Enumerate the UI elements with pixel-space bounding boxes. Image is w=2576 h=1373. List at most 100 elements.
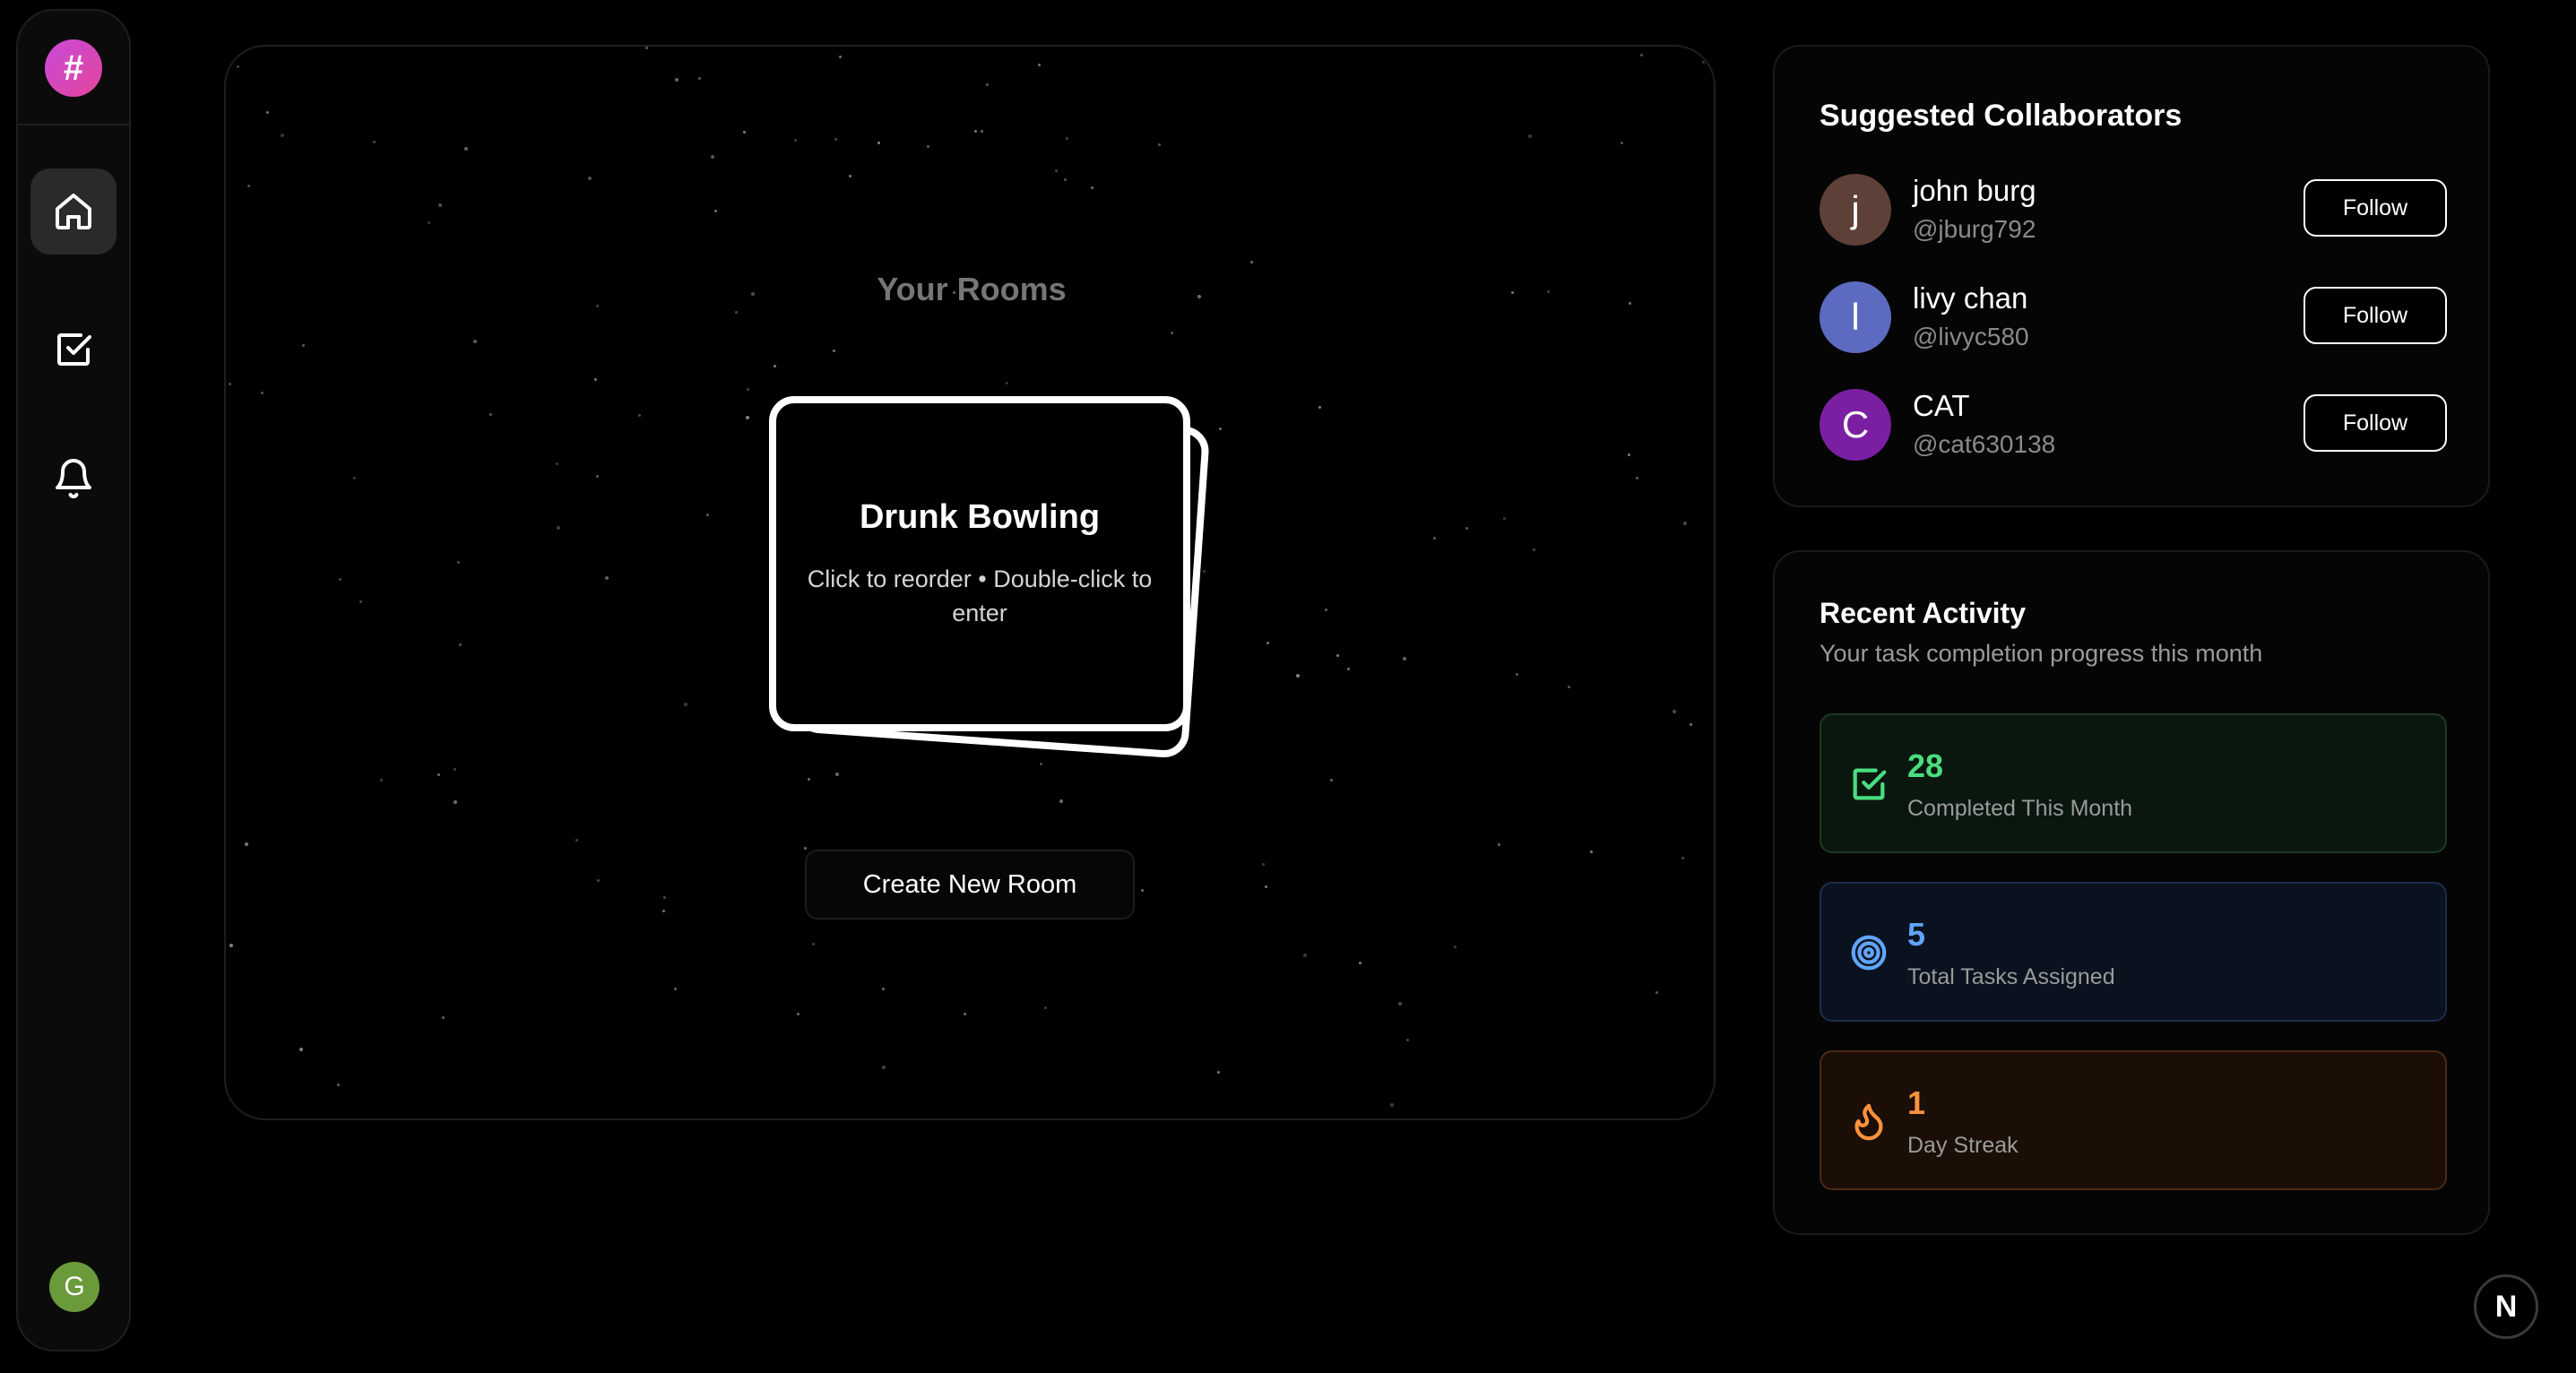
star-dot (1503, 517, 1506, 520)
stat-label: Day Streak (1907, 1133, 2018, 1158)
star-dot (714, 210, 717, 212)
star-dot (245, 842, 248, 846)
star-dot (1044, 1006, 1047, 1009)
star-dot (812, 943, 815, 946)
star-dot (281, 134, 284, 137)
nav-home-button[interactable] (30, 168, 117, 255)
sidebar: # G (16, 9, 131, 1351)
star-dot (1568, 686, 1570, 688)
star-dot (1055, 169, 1058, 172)
star-dot (1690, 723, 1692, 726)
star-dot (1403, 657, 1406, 661)
collaborator-avatar[interactable]: l (1820, 281, 1891, 353)
stat-label: Completed This Month (1907, 796, 2133, 821)
star-dot (1702, 61, 1705, 64)
stat-completed-card: 28 Completed This Month (1820, 713, 2447, 853)
star-dot (1265, 885, 1267, 888)
star-dot (353, 477, 356, 479)
nav-tasks-button[interactable] (30, 307, 117, 393)
star-dot (459, 643, 462, 646)
room-card[interactable]: Drunk Bowling Click to reorder • Double-… (769, 396, 1190, 731)
star-dot (877, 142, 880, 144)
star-dot (882, 1066, 886, 1069)
star-dot (638, 414, 641, 417)
stat-assigned-card: 5 Total Tasks Assigned (1820, 882, 2447, 1022)
star-dot (442, 1016, 445, 1019)
stat-label: Total Tasks Assigned (1907, 964, 2115, 989)
star-dot (237, 65, 239, 68)
star-dot (706, 514, 709, 516)
star-dot (849, 175, 851, 177)
star-dot (1636, 477, 1638, 479)
collaborator-handle: @jburg792 (1913, 215, 2036, 243)
star-dot (588, 177, 592, 180)
star-dot (299, 1048, 303, 1051)
checkbox-icon (57, 333, 91, 366)
collaborator-name[interactable]: livy chan (1913, 281, 2027, 315)
star-dot (1673, 710, 1676, 713)
star-dot (438, 203, 442, 207)
collaborator-avatar[interactable]: j (1820, 174, 1891, 246)
star-dot (662, 910, 665, 912)
star-dot (663, 896, 666, 899)
star-dot (373, 141, 376, 143)
star-dot (464, 147, 468, 151)
star-dot (833, 350, 835, 352)
follow-button[interactable]: Follow (2304, 287, 2447, 344)
star-dot (339, 578, 341, 581)
star-dot (473, 340, 477, 343)
stat-value: 1 (1907, 1084, 1926, 1121)
star-dot (1628, 453, 1630, 456)
home-icon (56, 194, 91, 229)
brand-logo[interactable]: # (45, 39, 102, 97)
activity-panel: Recent Activity Your task completion pro… (1773, 550, 2490, 1235)
star-dot (1141, 889, 1144, 892)
star-dot (964, 1013, 966, 1015)
star-dot (1217, 1071, 1220, 1074)
star-dot (735, 311, 738, 314)
star-dot (1533, 548, 1535, 551)
nav-notifications-button[interactable] (30, 436, 117, 522)
bell-icon (56, 459, 91, 498)
user-avatar[interactable]: G (49, 1262, 99, 1312)
follow-button[interactable]: Follow (2304, 179, 2447, 237)
user-avatar-initial: G (64, 1272, 85, 1301)
star-dot (1681, 857, 1684, 859)
star-dot (981, 130, 983, 133)
star-dot (1325, 609, 1327, 611)
star-dot (1454, 946, 1457, 948)
star-dot (605, 576, 609, 580)
star-dot (1330, 779, 1333, 781)
star-dot (774, 365, 776, 367)
collaborator-name[interactable]: CAT (1913, 389, 1970, 423)
star-dot (675, 78, 679, 82)
star-dot (1066, 137, 1068, 140)
star-dot (1318, 406, 1321, 409)
collaborator-row: l livy chan @livyc580 Follow (1820, 281, 2447, 357)
collaborator-avatar[interactable]: C (1820, 389, 1891, 461)
star-dot (266, 111, 269, 114)
star-dot (594, 378, 597, 381)
collaborator-name[interactable]: john burg (1913, 174, 2036, 208)
star-dot (1059, 799, 1063, 803)
star-dot (1158, 143, 1161, 146)
star-dot (596, 475, 599, 478)
collaborators-panel: Suggested Collaborators j john burg @jbu… (1773, 45, 2490, 507)
star-dot (684, 703, 687, 706)
star-dot (457, 561, 460, 564)
check-square-icon (1848, 764, 1889, 805)
flame-icon (1848, 1101, 1889, 1142)
star-dot (794, 139, 797, 142)
star-dot (1498, 843, 1500, 846)
star-dot (1398, 1002, 1402, 1006)
star-dot (743, 131, 746, 134)
sidebar-divider (18, 124, 129, 125)
framework-badge[interactable]: N (2474, 1274, 2538, 1339)
star-dot (556, 462, 558, 465)
follow-button[interactable]: Follow (2304, 394, 2447, 452)
activity-title: Recent Activity (1820, 597, 2026, 629)
create-room-button[interactable]: Create New Room (805, 850, 1135, 920)
app-root: # G Your Rooms Drunk Bowling Click to re… (0, 0, 2576, 1373)
rooms-title: Your Rooms (877, 271, 1067, 307)
collaborator-initial: l (1851, 296, 1860, 338)
